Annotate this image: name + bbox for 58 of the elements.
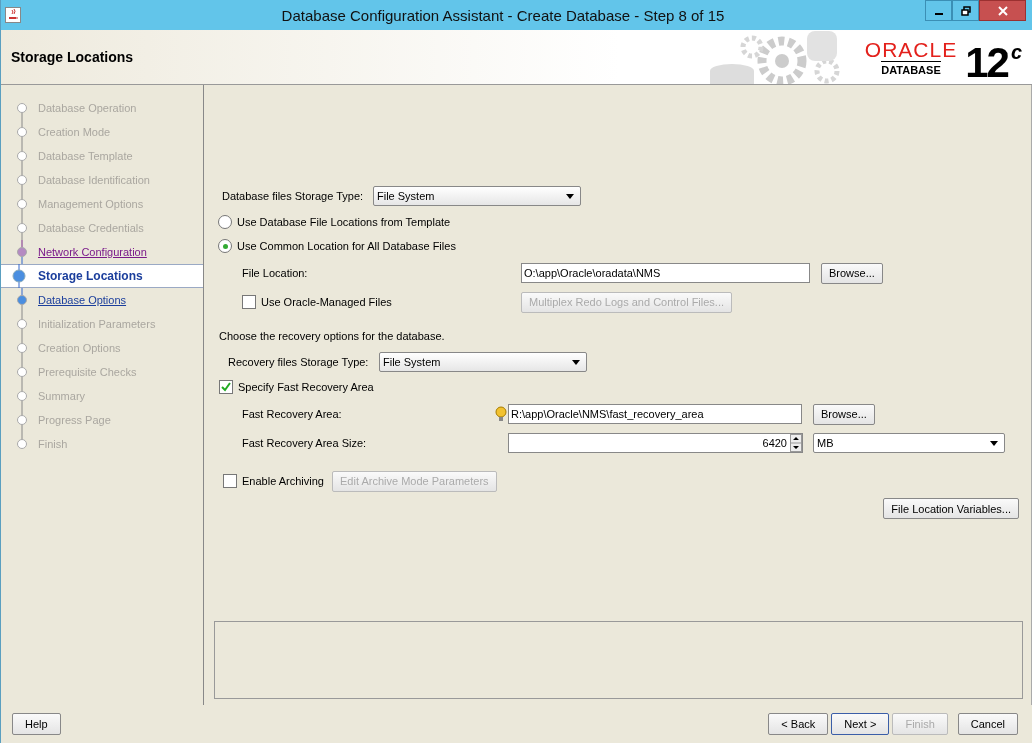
file-location-variables-button[interactable]: File Location Variables... [883,498,1019,519]
step-node-icon [15,360,29,384]
location-radio[interactable]: Use Database File Locations from Template [204,213,1021,231]
step-item[interactable]: Network Configuration [1,240,203,264]
recovery-type-dropdown[interactable]: File System [379,352,587,372]
file-location-label: File Location: [242,267,309,279]
step-node-icon [15,216,29,240]
step-node-icon [15,288,29,312]
storage-type-dropdown[interactable]: File System [373,186,581,206]
restore-icon [960,5,971,16]
help-button[interactable]: Help [12,713,61,735]
spinner-arrows-icon [790,434,802,452]
fast-recovery-checkbox[interactable]: Specify Fast Recovery Area [219,380,374,394]
close-icon [997,5,1008,16]
minimize-icon [934,12,943,15]
back-button[interactable]: < Back [768,713,829,735]
fra-label: Fast Recovery Area: [242,408,343,420]
cancel-button[interactable]: Cancel [957,713,1018,735]
step-node-icon [15,240,29,264]
step-node-icon [15,312,29,336]
dropdown-arrow-icon [572,359,580,365]
dropdown-arrow-icon [990,440,998,446]
fra-field[interactable]: R:\app\Oracle\NMS\fast_recovery_area [508,404,802,424]
recovery-type-label: Recovery files Storage Type: [228,356,370,368]
browse-button[interactable]: Browse... [821,262,883,284]
logo-brand: ORACLE [864,38,958,61]
window-title: Database Configuration Assistant - Create Database - Step 8 of 15 [280,6,726,24]
step-item[interactable]: Storage Locations [1,264,203,288]
close-button[interactable] [979,0,1026,21]
step-node-icon [12,264,26,288]
step-item[interactable]: Database Options [1,288,203,312]
next-button[interactable]: Next > [831,713,890,735]
step-node-icon [15,120,29,144]
step-node-icon [15,168,29,192]
archiving-checkbox[interactable]: Enable Archiving [223,474,332,488]
logo-version: 12$^{c}$ [965,37,1020,85]
restore-button[interactable] [952,0,979,21]
dropdown-arrow-icon [566,193,574,199]
fra-size-spinner[interactable]: 6420 [508,433,803,453]
lightbulb-icon [494,406,508,422]
fra-size-label: Fast Recovery Area Size: [242,437,368,449]
minimize-button[interactable] [925,0,952,21]
step-node-icon [15,408,29,432]
recovery-intro-text: Choose the recovery options for the database. [219,330,445,342]
app-icon [5,7,21,23]
storage-type-label: Database files Storage Type: [222,190,365,202]
browse-button[interactable]: Browse... [813,403,875,425]
step-node-icon [15,336,29,360]
logo-product: DATABASE [881,60,941,76]
page-title: Storage Locations [11,49,135,65]
checkmark-icon [221,382,231,392]
file-location-field[interactable]: O:\app\Oracle\oradata\NMS [521,263,810,283]
location-radio[interactable]: Use Common Location for All Database Files [204,237,1021,255]
size-unit-dropdown[interactable]: MB [813,433,1005,453]
step-node-icon [15,144,29,168]
oracle-managed-checkbox[interactable]: Use Oracle-Managed Files [242,295,521,309]
step-node-icon [15,384,29,408]
step-node-icon [15,192,29,216]
